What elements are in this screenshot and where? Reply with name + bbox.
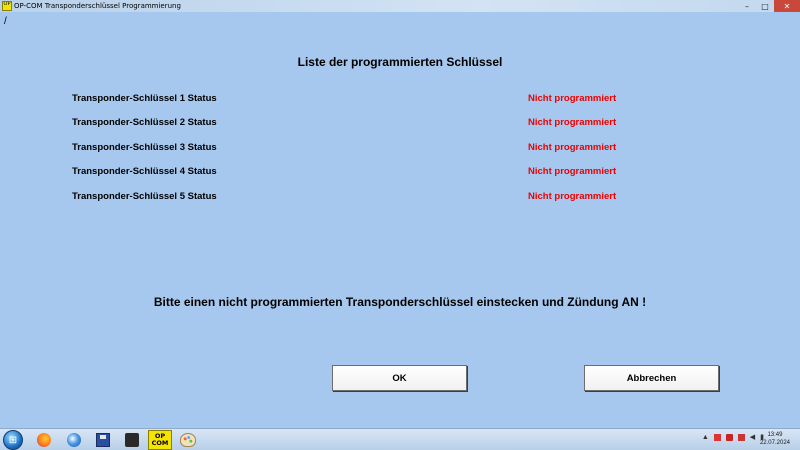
- clock-time: 13:49: [767, 432, 783, 438]
- app-tray-icon[interactable]: [737, 433, 745, 441]
- taskbar-opcom[interactable]: OP COM: [148, 430, 172, 450]
- key-status-value: Nicht programmiert: [528, 117, 617, 128]
- window-titlebar[interactable]: OP OP-COM Transponderschlüssel Programmi…: [0, 0, 800, 12]
- key-status-label: Transponder-Schlüssel 1 Status: [72, 93, 217, 104]
- window-controls: – □ ✕: [738, 0, 800, 12]
- save-icon: [96, 433, 110, 447]
- key-status-label: Transponder-Schlüssel 4 Status: [72, 166, 217, 177]
- opcom-app-icon: OP: [2, 1, 12, 11]
- taskbar-calculator[interactable]: [121, 430, 143, 450]
- window-title: OP-COM Transponderschlüssel Programmieru…: [14, 2, 181, 10]
- key-status-row: Transponder-Schlüssel 4 Status Nicht pro…: [0, 166, 800, 180]
- maximize-button[interactable]: □: [756, 0, 774, 12]
- key-status-row: Transponder-Schlüssel 3 Status Nicht pro…: [0, 142, 800, 156]
- key-status-label: Transponder-Schlüssel 3 Status: [72, 142, 217, 153]
- taskbar-save[interactable]: [92, 430, 114, 450]
- volume-icon[interactable]: ◀: [750, 433, 755, 441]
- taskbar: ⊞ OP COM ▲ ◀ ▮ 13:49 22.07.2024: [0, 428, 800, 450]
- key-status-value: Nicht programmiert: [528, 166, 617, 177]
- security-icon[interactable]: [725, 433, 733, 441]
- system-tray: ▲ ◀ ▮: [702, 433, 764, 441]
- tray-expand-icon[interactable]: ▲: [702, 434, 709, 441]
- taskbar-thunderbird[interactable]: [63, 430, 85, 450]
- key-status-row: Transponder-Schlüssel 5 Status Nicht pro…: [0, 191, 800, 205]
- opcom-icon-line2: COM: [151, 439, 169, 447]
- key-status-label: Transponder-Schlüssel 5 Status: [72, 191, 217, 202]
- key-status-row: Transponder-Schlüssel 1 Status Nicht pro…: [0, 93, 800, 107]
- taskbar-firefox[interactable]: [33, 430, 55, 450]
- taskbar-paint[interactable]: [177, 430, 199, 450]
- path-indicator: /: [4, 16, 7, 27]
- windows-logo-icon: ⊞: [8, 434, 18, 446]
- thunderbird-icon: [67, 433, 81, 447]
- ok-button[interactable]: OK: [332, 365, 467, 391]
- cancel-button[interactable]: Abbrechen: [584, 365, 719, 391]
- clock-date: 22.07.2024: [759, 440, 790, 446]
- calculator-icon: [125, 433, 139, 447]
- key-status-label: Transponder-Schlüssel 2 Status: [72, 117, 217, 128]
- firefox-icon: [37, 433, 51, 447]
- instruction-text: Bitte einen nicht programmierten Transpo…: [153, 295, 647, 309]
- page-title: Liste der programmierten Schlüssel: [297, 55, 503, 69]
- key-status-row: Transponder-Schlüssel 2 Status Nicht pro…: [0, 117, 800, 131]
- key-status-value: Nicht programmiert: [528, 191, 617, 202]
- key-status-value: Nicht programmiert: [528, 93, 617, 104]
- close-button[interactable]: ✕: [774, 0, 800, 12]
- minimize-button[interactable]: –: [738, 0, 756, 12]
- system-clock[interactable]: 13:49 22.07.2024: [760, 431, 790, 447]
- start-button[interactable]: ⊞: [3, 430, 23, 450]
- network-warning-icon[interactable]: [713, 433, 721, 441]
- paint-icon: [180, 433, 196, 447]
- key-status-value: Nicht programmiert: [528, 142, 617, 153]
